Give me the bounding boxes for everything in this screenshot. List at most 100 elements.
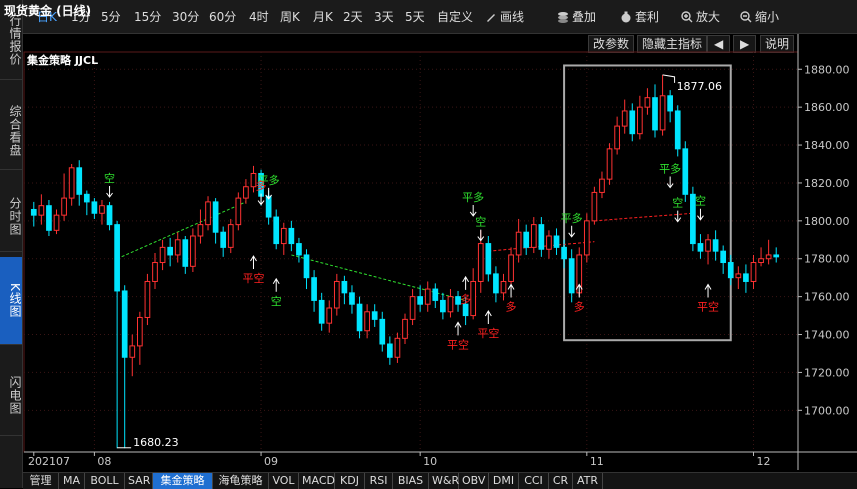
candle-body[interactable] bbox=[288, 227, 295, 245]
candle-body[interactable] bbox=[212, 201, 219, 233]
candle-body[interactable] bbox=[743, 273, 749, 282]
candle-body[interactable] bbox=[447, 296, 454, 313]
candle-body[interactable] bbox=[614, 125, 620, 150]
candle-body[interactable] bbox=[30, 208, 37, 216]
candle-body[interactable] bbox=[538, 224, 545, 250]
indicator-tab-6[interactable]: VOL bbox=[269, 473, 299, 489]
candle-body[interactable] bbox=[333, 280, 340, 309]
candle-body[interactable] bbox=[371, 311, 378, 320]
candle-body[interactable] bbox=[121, 290, 128, 358]
candle-body[interactable] bbox=[205, 201, 211, 226]
candle-body[interactable] bbox=[508, 254, 514, 282]
indicator-tab-13[interactable]: DMI bbox=[489, 473, 519, 489]
candle-body[interactable] bbox=[727, 262, 734, 279]
candle-body[interactable] bbox=[159, 246, 166, 264]
candle-body[interactable] bbox=[515, 231, 522, 256]
candle-body[interactable] bbox=[167, 246, 173, 256]
candle-body[interactable] bbox=[530, 224, 537, 248]
indicator-tab-0[interactable]: 管理 bbox=[23, 473, 59, 489]
candle-body[interactable] bbox=[220, 231, 227, 248]
indicator-tab-2[interactable]: BOLL bbox=[85, 473, 125, 489]
candle-body[interactable] bbox=[341, 280, 348, 294]
candle-body[interactable] bbox=[303, 254, 310, 279]
candle-body[interactable] bbox=[637, 106, 643, 135]
candle-body[interactable] bbox=[417, 296, 424, 305]
candle-body[interactable] bbox=[356, 303, 363, 332]
candle-body[interactable] bbox=[523, 231, 530, 248]
indicator-tab-11[interactable]: W&R bbox=[429, 473, 459, 489]
candle-body[interactable] bbox=[106, 205, 113, 226]
candle-body[interactable] bbox=[629, 110, 636, 135]
candle-body[interactable] bbox=[644, 97, 651, 108]
candle-body[interactable] bbox=[318, 299, 325, 324]
candle-body[interactable] bbox=[53, 214, 60, 231]
candle-body[interactable] bbox=[561, 246, 567, 260]
candle-body[interactable] bbox=[68, 167, 75, 199]
candle-body[interactable] bbox=[546, 235, 552, 250]
candle-body[interactable] bbox=[493, 273, 499, 294]
candle-body[interactable] bbox=[553, 235, 560, 248]
candle-body[interactable] bbox=[697, 243, 704, 252]
indicator-tab-8[interactable]: KDJ bbox=[335, 473, 365, 489]
indicator-tab-1[interactable]: MA bbox=[59, 473, 85, 489]
candle-body[interactable] bbox=[409, 296, 416, 320]
candle-body[interactable] bbox=[735, 273, 742, 279]
candle-body[interactable] bbox=[712, 239, 719, 252]
candle-body[interactable] bbox=[379, 318, 386, 345]
candle-body[interactable] bbox=[174, 239, 181, 256]
candle-body[interactable] bbox=[364, 311, 370, 332]
indicator-tab-14[interactable]: CCI bbox=[519, 473, 549, 489]
candle-body[interactable] bbox=[387, 343, 393, 358]
indicator-tab-5[interactable]: 海龟策略 bbox=[213, 473, 269, 489]
candle-body[interactable] bbox=[659, 95, 666, 131]
candle-body[interactable] bbox=[235, 197, 242, 226]
candle-body[interactable] bbox=[758, 258, 764, 264]
indicator-tab-4[interactable]: 集金策略 bbox=[153, 473, 213, 489]
candle-body[interactable] bbox=[424, 288, 431, 305]
candle-body[interactable] bbox=[227, 224, 234, 248]
indicator-tab-12[interactable]: OBV bbox=[459, 473, 489, 489]
candle-body[interactable] bbox=[477, 243, 484, 282]
indicator-tab-9[interactable]: RSI bbox=[365, 473, 393, 489]
candle-body[interactable] bbox=[606, 148, 613, 180]
candle-body[interactable] bbox=[129, 345, 136, 358]
candle-body[interactable] bbox=[440, 299, 446, 313]
candle-body[interactable] bbox=[621, 110, 628, 127]
candle-body[interactable] bbox=[311, 277, 317, 301]
candle-body[interactable] bbox=[568, 258, 575, 294]
candlestick-chart[interactable]: 1700.00 1720.00 1740.00 1760.00 1780.00 1800.… bbox=[0, 0, 857, 488]
candle-body[interactable] bbox=[652, 97, 658, 131]
indicator-tab-7[interactable]: MACD bbox=[299, 473, 335, 489]
candle-body[interactable] bbox=[197, 224, 204, 237]
candle-body[interactable] bbox=[705, 239, 711, 252]
indicator-tab-3[interactable]: SAR bbox=[125, 473, 153, 489]
candle-body[interactable] bbox=[667, 95, 674, 112]
indicator-tab-15[interactable]: CR bbox=[549, 473, 573, 489]
candle-body[interactable] bbox=[485, 243, 492, 275]
candle-body[interactable] bbox=[280, 227, 287, 245]
indicator-tab-10[interactable]: BIAS bbox=[393, 473, 429, 489]
candle-body[interactable] bbox=[432, 288, 439, 301]
candle-body[interactable] bbox=[144, 280, 151, 318]
candle-body[interactable] bbox=[182, 239, 189, 267]
candle-body[interactable] bbox=[243, 186, 249, 199]
candle-body[interactable] bbox=[91, 201, 98, 214]
candle-body[interactable] bbox=[99, 205, 105, 214]
indicator-tab-16[interactable]: ATR bbox=[573, 473, 603, 489]
candle-body[interactable] bbox=[500, 280, 507, 294]
candle-body[interactable] bbox=[46, 205, 52, 231]
candle-body[interactable] bbox=[137, 316, 143, 347]
candle-body[interactable] bbox=[773, 254, 780, 258]
candle-body[interactable] bbox=[38, 205, 45, 216]
candle-body[interactable] bbox=[296, 243, 302, 256]
candle-body[interactable] bbox=[114, 224, 120, 292]
candle-body[interactable] bbox=[76, 167, 83, 195]
candle-body[interactable] bbox=[583, 220, 590, 256]
candle-body[interactable] bbox=[470, 280, 477, 317]
candle-body[interactable] bbox=[402, 318, 408, 339]
candle-body[interactable] bbox=[190, 235, 196, 267]
candle-body[interactable] bbox=[462, 303, 469, 317]
candle-body[interactable] bbox=[720, 250, 727, 264]
candle-body[interactable] bbox=[765, 254, 772, 260]
candle-body[interactable] bbox=[591, 191, 598, 222]
